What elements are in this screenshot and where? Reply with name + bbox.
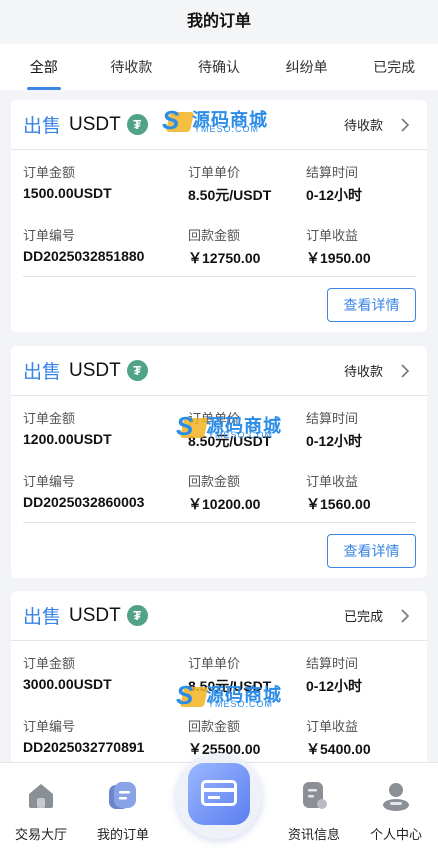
tabbar-item-profile[interactable]: 个人中心	[356, 763, 436, 843]
bottom-tab-bar: 交易大厅 我的订单 资讯信息 个人中心	[0, 753, 438, 851]
tab-dispute[interactable]: 纠纷单	[263, 44, 351, 90]
settle-value: 0-12小时	[306, 433, 363, 449]
settle-label: 结算时间	[306, 656, 359, 671]
profit-value: ￥1950.00	[306, 250, 371, 266]
view-detail-button[interactable]: 查看详情	[327, 534, 416, 568]
profit-label: 订单收益	[306, 228, 359, 243]
price-value: 8.50元/USDT	[188, 433, 272, 449]
status-badge: 待收款	[343, 118, 383, 133]
tab-pending-confirm[interactable]: 待确认	[175, 44, 263, 90]
settle-value: 0-12小时	[306, 187, 363, 203]
order-no-label: 订单编号	[23, 719, 76, 734]
order-no-value: DD2025032860003	[23, 494, 145, 510]
amount-value: 3000.00USDT	[23, 676, 112, 692]
card-icon	[201, 780, 237, 806]
status-badge: 已完成	[343, 609, 383, 624]
tether-icon: ₮	[126, 605, 148, 626]
order-type: 出售	[23, 607, 62, 628]
order-type: 出售	[23, 362, 62, 383]
order-card: 出售 USDT ₮ 待收款 订单金额 1500.00USDT 订单单价 8.50元/…	[11, 100, 427, 332]
card-center-button[interactable]	[176, 753, 262, 839]
profit-value: ￥5400.00	[306, 741, 371, 757]
settle-label: 结算时间	[306, 165, 359, 180]
chevron-right-icon[interactable]	[395, 115, 415, 135]
refund-label: 回款金额	[188, 474, 241, 489]
view-detail-button[interactable]: 查看详情	[327, 288, 416, 322]
profit-label: 订单收益	[306, 719, 359, 734]
refund-label: 回款金额	[188, 228, 241, 243]
order-no-value: DD2025032851880	[23, 248, 145, 264]
home-icon	[29, 784, 53, 808]
profit-value: ￥1560.00	[306, 496, 371, 512]
order-coin: USDT	[69, 604, 121, 626]
order-coin: USDT	[69, 113, 121, 135]
refund-value: ￥10200.00	[188, 496, 261, 512]
tab-pending-payment[interactable]: 待收款	[88, 44, 176, 90]
tabbar-label: 我的订单	[96, 827, 149, 842]
order-card: 出售 USDT ₮ 已完成 订单金额 3000.00USDT 订单单价 8.50元/…	[11, 591, 427, 762]
chevron-right-icon[interactable]	[395, 606, 415, 626]
order-card-header[interactable]: 出售 USDT ₮ 已完成	[11, 591, 427, 641]
chevron-right-icon[interactable]	[395, 361, 415, 381]
order-no-label: 订单编号	[23, 474, 76, 489]
order-type: 出售	[23, 116, 62, 137]
price-label: 订单单价	[188, 411, 241, 426]
price-value: 8.50元/USDT	[188, 678, 272, 694]
amount-value: 1500.00USDT	[23, 185, 112, 201]
tabbar-label: 个人中心	[369, 827, 422, 842]
tab-completed[interactable]: 已完成	[350, 44, 438, 90]
tether-icon: ₮	[126, 114, 148, 135]
tabbar-item-news[interactable]: 资讯信息	[274, 763, 354, 843]
news-icon	[303, 782, 327, 809]
price-label: 订单单价	[188, 656, 241, 671]
amount-label: 订单金额	[23, 411, 76, 426]
refund-label: 回款金额	[188, 719, 241, 734]
price-value: 8.50元/USDT	[188, 187, 272, 203]
user-icon	[383, 783, 409, 811]
order-list[interactable]: 出售 USDT ₮ 待收款 订单金额 1500.00USDT 订单单价 8.50元/…	[0, 90, 438, 762]
order-card: 出售 USDT ₮ 待收款 订单金额 1200.00USDT 订单单价 8.50元/…	[11, 346, 427, 578]
amount-label: 订单金额	[23, 656, 76, 671]
order-card-header[interactable]: 出售 USDT ₮ 待收款	[11, 346, 427, 396]
status-badge: 待收款	[343, 364, 383, 379]
order-coin: USDT	[69, 359, 121, 381]
tabbar-item-hall[interactable]: 交易大厅	[1, 763, 81, 843]
order-no-value: DD2025032770891	[23, 739, 145, 755]
settle-label: 结算时间	[306, 411, 359, 426]
price-label: 订单单价	[188, 165, 241, 180]
tabbar-item-orders[interactable]: 我的订单	[83, 763, 163, 843]
tabbar-label: 交易大厅	[14, 827, 67, 842]
tether-icon: ₮	[126, 360, 148, 381]
order-no-label: 订单编号	[23, 228, 76, 243]
tab-all[interactable]: 全部	[0, 44, 88, 90]
profit-label: 订单收益	[306, 474, 359, 489]
refund-value: ￥12750.00	[188, 250, 261, 266]
amount-label: 订单金额	[23, 165, 76, 180]
amount-value: 1200.00USDT	[23, 431, 112, 447]
order-card-header[interactable]: 出售 USDT ₮ 待收款	[11, 100, 427, 150]
order-tabs: 全部 待收款 待确认 纠纷单 已完成	[0, 44, 438, 90]
tabbar-label: 资讯信息	[287, 827, 340, 842]
settle-value: 0-12小时	[306, 678, 363, 694]
page-title: 我的订单	[0, 0, 438, 44]
orders-icon	[109, 782, 136, 809]
